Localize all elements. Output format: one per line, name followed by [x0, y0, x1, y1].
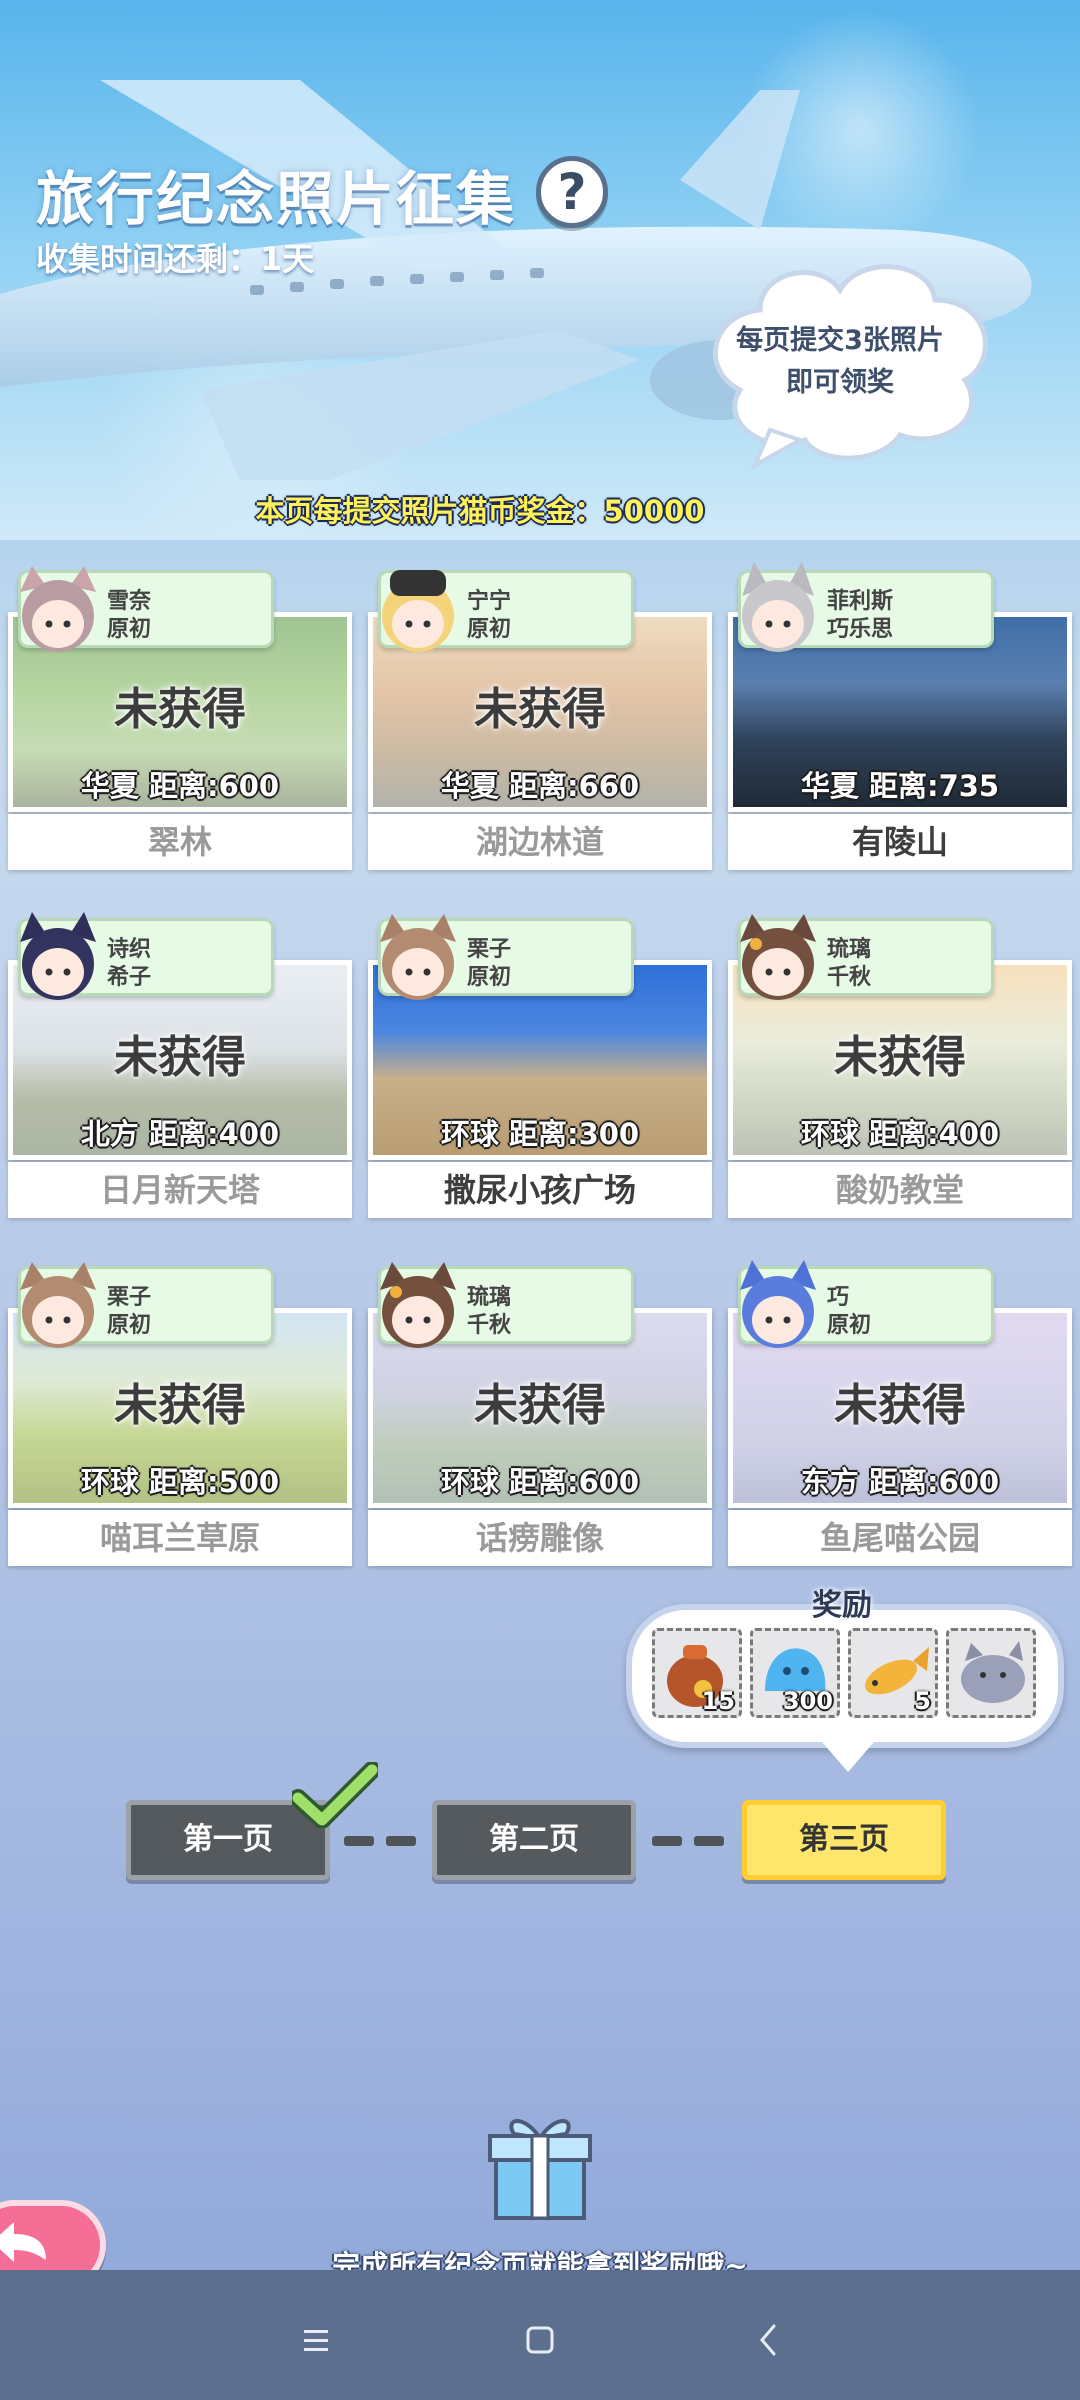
distance-label: 华夏 距离:735: [800, 769, 1000, 803]
photo-card[interactable]: 未获得 华夏 距离:660 湖边林道 宁宁 原初: [368, 562, 712, 874]
location-name: 日月新天塔: [8, 1162, 352, 1218]
distance-label: 华夏 距离:600: [80, 769, 280, 803]
character-avatar-icon: [20, 912, 96, 1000]
status-label: 未获得: [114, 1380, 246, 1431]
character-variant: 巧乐思: [827, 617, 894, 642]
photo-card[interactable]: 华夏 距离:735 有陵山 菲利斯 巧乐思: [728, 562, 1072, 874]
character-avatar-icon: [380, 914, 456, 1000]
photo-card[interactable]: 未获得 环球 距离:600 话痨雕像 琉璃 千秋: [368, 1258, 712, 1570]
status-label: 未获得: [114, 1032, 246, 1083]
page-tab-2[interactable]: 第二页: [432, 1800, 636, 1880]
distance-label: 环球 距离:500: [80, 1465, 280, 1499]
reward-item[interactable]: 300: [750, 1628, 840, 1718]
character-variant: 希子: [107, 965, 152, 990]
distance-label: 环球 距离:400: [800, 1117, 1000, 1151]
distance-label: 北方 距离:400: [80, 1117, 280, 1151]
page-connector: [694, 1836, 724, 1846]
reward-item[interactable]: 15: [652, 1628, 742, 1718]
character-avatar-icon: [382, 570, 454, 652]
character-avatar-icon: [742, 562, 814, 652]
reward-title: 奖励: [812, 1588, 872, 1623]
reward-count: 15: [701, 1687, 735, 1715]
page-connector: [344, 1836, 374, 1846]
character-variant: 原初: [467, 617, 512, 642]
character-avatar-icon: [740, 914, 816, 1000]
reward-count: 300: [782, 1687, 833, 1715]
checkmark-icon: [292, 1762, 378, 1828]
photo-card[interactable]: 未获得 北方 距离:400 日月新天塔 诗织 希子: [8, 910, 352, 1222]
help-button[interactable]: ?: [536, 156, 608, 228]
location-name: 鱼尾喵公园: [728, 1510, 1072, 1566]
photo-card[interactable]: 未获得 环球 距离:500 喵耳兰草原 栗子 原初: [8, 1258, 352, 1570]
page-tab-3[interactable]: 第三页: [742, 1800, 946, 1880]
gift-box-icon[interactable]: [484, 2108, 596, 2222]
hint-text: 每页提交3张照片 即可领奖: [705, 320, 975, 404]
grey-cat-icon: [961, 1641, 1025, 1703]
hero-banner: 旅行纪念照片征集 ? 收集时间还剩：1天 每页提交3张照片 即可领奖 本页每提交…: [0, 0, 1080, 540]
photo-card[interactable]: 未获得 东方 距离:600 鱼尾喵公园 巧 原初: [728, 1258, 1072, 1570]
status-label: 未获得: [474, 684, 606, 735]
page-title: 旅行纪念照片征集: [36, 165, 517, 233]
character-variant: 原初: [107, 1313, 152, 1338]
location-name: 湖边林道: [368, 814, 712, 870]
location-name: 喵耳兰草原: [8, 1510, 352, 1566]
character-variant: 千秋: [467, 1313, 512, 1338]
reward-item[interactable]: [946, 1628, 1036, 1718]
character-avatar-icon: [20, 566, 96, 652]
character-avatar-icon: [20, 1262, 96, 1348]
status-label: 未获得: [834, 1380, 966, 1431]
location-name: 有陵山: [728, 814, 1072, 870]
home-icon[interactable]: [510, 2310, 570, 2370]
page-connector: [652, 1836, 682, 1846]
character-variant: 千秋: [827, 965, 872, 990]
distance-label: 环球 距离:600: [440, 1465, 640, 1499]
hint-line-1: 每页提交3张照片: [736, 325, 944, 356]
location-name: 话痨雕像: [368, 1510, 712, 1566]
time-remaining: 收集时间还剩：1天: [36, 240, 315, 278]
status-label: 未获得: [834, 1032, 966, 1083]
character-variant: 原初: [827, 1313, 872, 1338]
coin-bonus-banner: 本页每提交照片猫币奖金：50000: [255, 494, 705, 528]
location-name: 酸奶教堂: [728, 1162, 1072, 1218]
reward-item[interactable]: 5: [848, 1628, 938, 1718]
character-avatar-icon: [740, 1260, 816, 1348]
status-label: 未获得: [114, 684, 246, 735]
location-name: 撒尿小孩广场: [368, 1162, 712, 1218]
character-avatar-icon: [380, 1262, 456, 1348]
location-name: 翠林: [8, 814, 352, 870]
menu-icon[interactable]: [286, 2310, 346, 2370]
reward-count: 5: [914, 1687, 931, 1715]
back-nav-icon[interactable]: [738, 2310, 798, 2370]
photo-card[interactable]: 未获得 华夏 距离:600 翠林 雪奈 原初: [8, 562, 352, 874]
photo-card[interactable]: 环球 距离:300 撒尿小孩广场 栗子 原初: [368, 910, 712, 1222]
distance-label: 环球 距离:300: [440, 1117, 640, 1151]
page-connector: [386, 1836, 416, 1846]
distance-label: 东方 距离:600: [800, 1465, 1000, 1499]
distance-label: 华夏 距离:660: [440, 769, 640, 803]
status-label: 未获得: [474, 1380, 606, 1431]
character-variant: 原初: [107, 617, 152, 642]
hint-line-2: 即可领奖: [786, 367, 894, 398]
reward-bubble-tail: [822, 1742, 874, 1772]
character-variant: 原初: [467, 965, 512, 990]
photo-card[interactable]: 未获得 环球 距离:400 酸奶教堂 琉璃 千秋: [728, 910, 1072, 1222]
